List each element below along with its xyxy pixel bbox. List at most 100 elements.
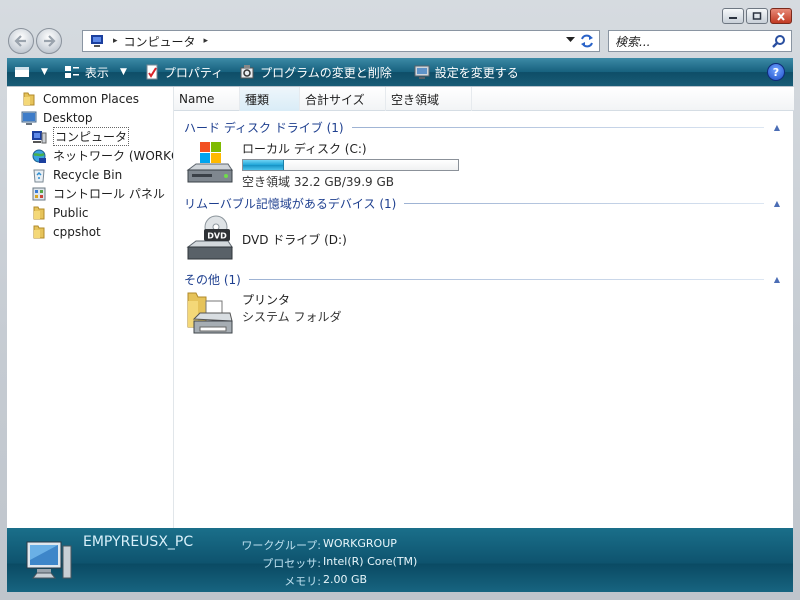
sidebar-item-label: コントロール パネル [53,187,165,201]
detail-value: Intel(R) Core(TM) [323,555,418,568]
folder-icon [23,92,35,105]
properties-label: プロパティ [163,65,224,80]
close-button[interactable] [770,8,792,24]
column-header-total-size[interactable]: 合計サイズ [300,87,386,111]
views-button[interactable]: 表示 ▼ [57,58,134,86]
disk-usage-fill [243,160,284,170]
explorer-window: ▸ コンピュータ ▸ 検索... ▼ 表示 ▼ プロパティ プログラムの変更と削… [0,0,800,600]
drive-item-local-disk[interactable]: ローカル ディスク (C:) 空き領域 32.2 GB/39.9 GB [186,140,459,190]
window-controls [722,8,792,24]
free-space-text: 空き領域 32.2 GB/39.9 GB [242,175,394,189]
detail-value: 2.00 GB [323,573,368,586]
control-panel-icon [32,187,46,200]
views-icon [64,66,79,78]
programs-icon [240,65,254,79]
layout-button[interactable]: ▼ [7,58,55,86]
arrow-right-icon [44,35,56,47]
drive-name: ローカル ディスク (C:) [242,142,367,156]
sidebar-item-recycle-bin[interactable]: Recycle Bin [31,165,122,184]
sidebar-item-control-panel[interactable]: コントロール パネル [31,184,165,203]
computer-name: EMPYREUSX_PC [83,534,194,550]
column-header-label: 合計サイズ [305,92,365,107]
group-header-removable[interactable]: リムーバブル記憶域があるデバイス (1) ▲ [184,195,780,211]
search-box[interactable]: 検索... [608,30,792,52]
sidebar-item-desktop[interactable]: Desktop [21,108,93,127]
chevron-down-icon[interactable] [566,37,575,43]
minimize-button[interactable] [722,8,744,24]
sidebar-item-cppshot[interactable]: cppshot [31,222,101,241]
sidebar-item-common-places[interactable]: Common Places [21,89,139,108]
sidebar-item-label: ネットワーク (WORKGROUP) [53,149,173,163]
group-title: リムーバブル記憶域があるデバイス (1) [184,196,397,211]
item-name: プリンタ [242,293,291,307]
layout-icon [15,67,29,77]
group-divider [351,126,764,128]
chevron-up-icon[interactable]: ▲ [774,123,780,132]
properties-button[interactable]: プロパティ [138,58,230,86]
computer-icon [26,541,72,579]
forward-button[interactable] [36,28,62,54]
chevron-down-icon: ▼ [41,67,48,77]
column-header-label: Name [179,92,215,106]
group-header-hard-disk[interactable]: ハード ディスク ドライブ (1) ▲ [184,119,780,135]
command-toolbar: ▼ 表示 ▼ プロパティ プログラムの変更と削除 設定を変更する ? [7,58,793,86]
item-subtitle: システム フォルダ [242,310,342,324]
recycle-bin-icon [33,169,45,182]
dvd-badge: DVD [207,232,227,241]
column-header-type[interactable]: 種類 [240,87,300,111]
column-header-row: Name 種類 合計サイズ 空き領域 [174,87,794,111]
detail-value: WORKGROUP [323,537,397,550]
group-divider [404,202,764,204]
back-button[interactable] [8,28,34,54]
address-bar[interactable]: ▸ コンピュータ ▸ [82,30,600,52]
breadcrumb-computer[interactable]: コンピュータ [124,33,196,50]
group-title: その他 (1) [184,272,241,287]
detail-key: プロセッサ: [262,557,321,570]
content-area: Common Places Desktop コンピュータ ネットワーク (WOR… [7,86,794,528]
sidebar-item-label: Recycle Bin [53,167,123,182]
drive-name: DVD ドライブ (D:) [242,232,347,247]
search-icon[interactable] [772,34,786,48]
sidebar-item-label: Public [53,205,89,220]
detail-row-workgroup: ワークグループ: WORKGROUP [235,537,397,553]
computer-icon [32,130,47,143]
group-header-other[interactable]: その他 (1) ▲ [184,271,780,287]
refresh-icon[interactable] [579,34,595,48]
views-label: 表示 [84,65,109,80]
change-settings-label: 設定を変更する [434,65,519,80]
column-header-label: 種類 [245,92,270,107]
sidebar-item-public[interactable]: Public [31,203,89,222]
help-icon: ? [772,65,780,79]
breadcrumb-separator[interactable]: ▸ [204,36,209,46]
uninstall-program-label: プログラムの変更と削除 [260,65,392,80]
detail-key: メモリ: [284,575,321,588]
group-title: ハード ディスク ドライブ (1) [184,120,344,135]
navigation-bar: ▸ コンピュータ ▸ 検索... [0,26,800,56]
sidebar-item-network[interactable]: ネットワーク (WORKGROUP) [31,146,173,165]
detail-key: ワークグループ: [241,539,321,552]
sidebar-item-label: cppshot [53,224,101,239]
computer-icon [91,35,103,47]
folder-icon [33,206,45,219]
navigation-pane: Common Places Desktop コンピュータ ネットワーク (WOR… [7,87,173,528]
disk-usage-bar [242,159,459,171]
change-settings-button[interactable]: 設定を変更する [407,58,526,86]
sidebar-item-label: Common Places [43,91,140,106]
chevron-up-icon[interactable]: ▲ [774,199,780,208]
help-button[interactable]: ? [767,63,785,81]
uninstall-program-button[interactable]: プログラムの変更と削除 [232,58,399,86]
system-folder-item-printers[interactable]: プリンタ システム フォルダ [186,291,341,339]
sidebar-item-computer[interactable]: コンピュータ [31,127,130,146]
search-input[interactable]: 検索... [615,33,650,50]
group-divider [248,278,764,280]
maximize-button[interactable] [746,8,768,24]
printer-folder-icon [187,292,233,334]
chevron-up-icon[interactable]: ▲ [774,275,780,284]
column-header-free-space[interactable]: 空き領域 [386,87,472,111]
system-settings-icon [414,65,430,79]
drive-item-dvd[interactable]: DVD DVD ドライブ (D:) [186,215,347,263]
desktop-icon [21,111,37,125]
drive-text: ローカル ディスク (C:) 空き領域 32.2 GB/39.9 GB [242,140,459,190]
column-header-name[interactable]: Name [174,87,240,111]
file-list-pane: Name 種類 合計サイズ 空き領域 ハード ディスク ドライブ (1) ▲ ロ… [173,87,794,528]
